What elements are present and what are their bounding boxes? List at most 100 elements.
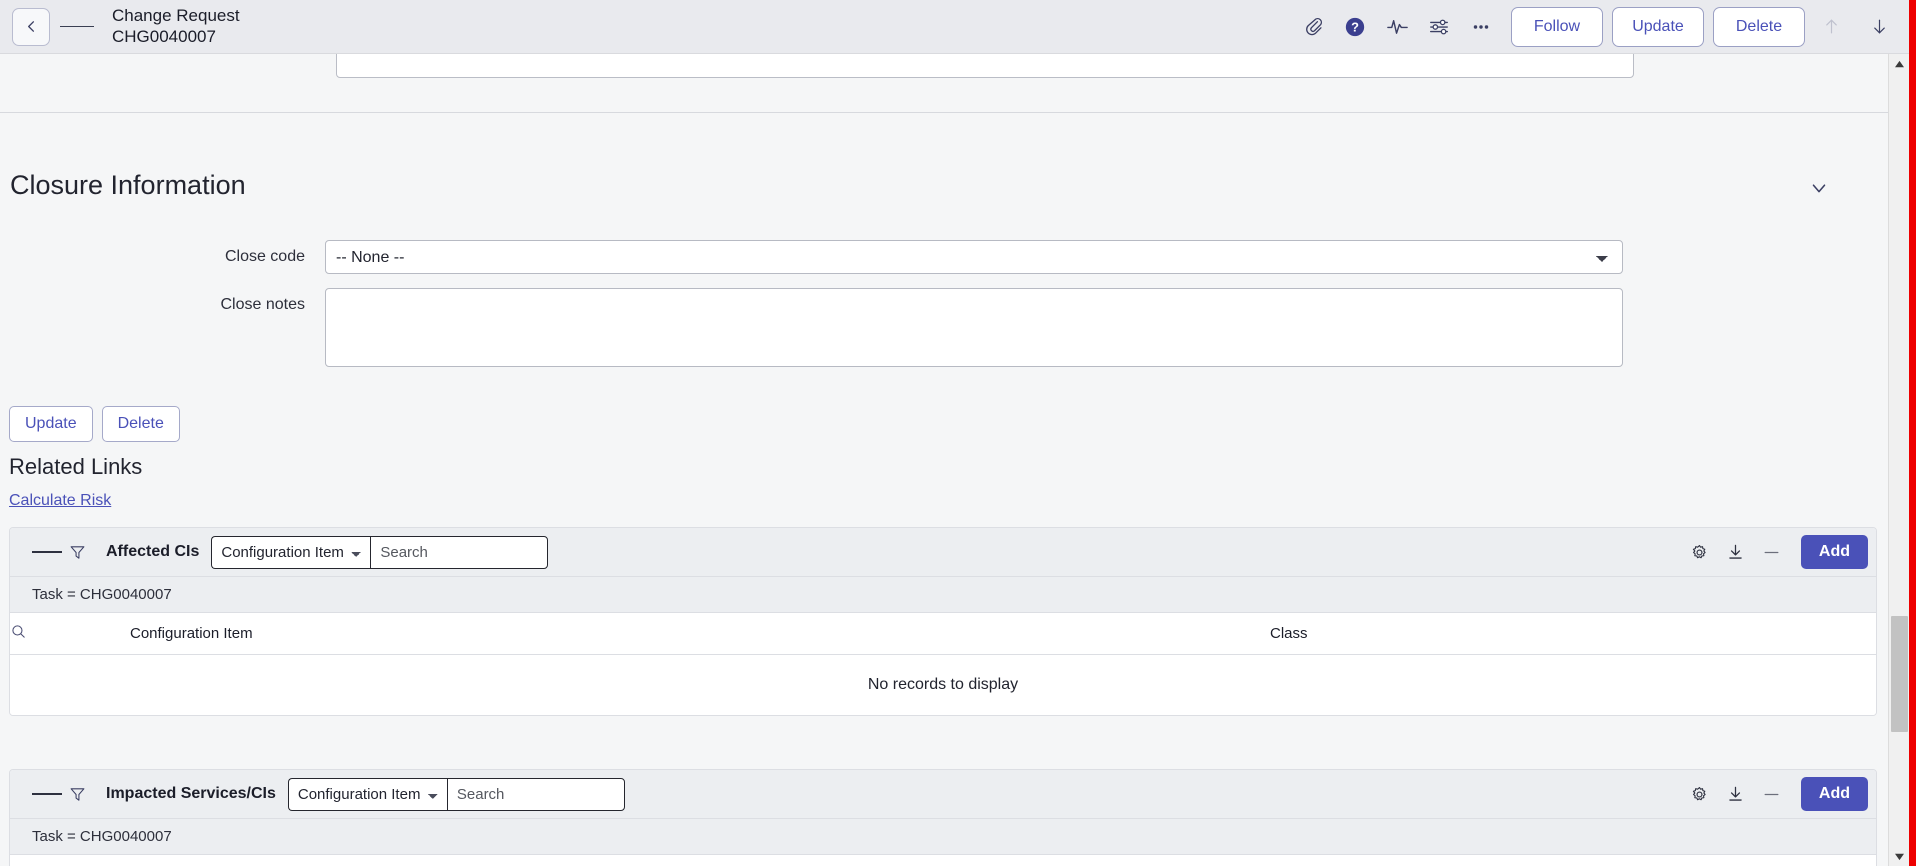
impacted-services-column-manually-added[interactable]: Manually added xyxy=(1600,855,1876,866)
closure-information-header: Closure Information xyxy=(0,162,1888,208)
header-delete-button[interactable]: Delete xyxy=(1713,6,1805,47)
record-type-label: Change Request xyxy=(112,5,240,25)
impacted-services-table: Configuration Item Managed by Owned by A… xyxy=(10,855,1876,866)
help-button[interactable]: ? xyxy=(1334,6,1376,48)
close-code-label: Close code xyxy=(224,248,305,265)
more-options-button[interactable] xyxy=(1460,6,1502,48)
closure-collapse-button[interactable] xyxy=(1802,173,1836,203)
impacted-services-settings-button[interactable] xyxy=(1685,779,1715,809)
header-update-button[interactable]: Update xyxy=(1612,6,1704,47)
scrollbar-thumb[interactable] xyxy=(1891,616,1908,732)
attachment-button[interactable] xyxy=(1292,6,1334,48)
impacted-services-export-button[interactable] xyxy=(1721,779,1751,809)
impacted-services-column-approval-group[interactable]: Approval group xyxy=(845,855,1105,866)
impacted-services-breadcrumb[interactable]: Task = CHG0040007 xyxy=(10,819,1876,855)
impacted-services-title: Impacted Services/CIs xyxy=(106,785,276,802)
affected-cis-table: Configuration Item Class xyxy=(10,613,1876,655)
affected-cis-settings-button[interactable] xyxy=(1685,537,1715,567)
related-list-impacted-services: Impacted Services/CIs Configuration Item xyxy=(9,769,1877,866)
close-notes-label: Close notes xyxy=(220,296,306,313)
related-links-title: Related Links xyxy=(9,454,143,479)
form-action-buttons: Update Delete xyxy=(9,406,180,442)
affected-cis-column-search[interactable] xyxy=(10,613,130,655)
impacted-services-field-select[interactable]: Configuration Item xyxy=(287,777,447,811)
impacted-services-add-button[interactable]: Add xyxy=(1800,777,1868,811)
affected-cis-empty-message: No records to display xyxy=(10,654,1876,715)
affected-cis-column-class[interactable]: Class xyxy=(1270,613,1876,655)
related-list-header: Impacted Services/CIs Configuration Item xyxy=(10,770,1876,819)
gear-icon xyxy=(1693,786,1707,800)
impacted-services-search-input[interactable] xyxy=(446,777,625,811)
record-number-label: CHG0040007 xyxy=(112,26,216,46)
more-icon xyxy=(1473,24,1489,29)
related-list-header: Affected CIs Configuration Item Search A… xyxy=(10,528,1876,577)
hamburger-menu-icon xyxy=(60,25,72,28)
form-delete-button[interactable]: Delete xyxy=(101,406,180,442)
close-code-select[interactable]: -- None -- xyxy=(325,240,1623,274)
app-window: Change Request CHG0040007 ? Follow Updat… xyxy=(0,0,1909,866)
help-icon: ? xyxy=(1345,17,1365,36)
scrollbar-down-button[interactable] xyxy=(1889,846,1909,866)
funnel-filter-icon xyxy=(70,787,84,801)
svg-text:?: ? xyxy=(1351,19,1359,34)
close-code-row: Close code -- None -- xyxy=(0,240,1623,274)
affected-cis-filter-button[interactable] xyxy=(62,537,92,567)
arrow-down-icon xyxy=(1873,19,1885,34)
impacted-services-menu-button[interactable] xyxy=(32,779,62,809)
personalize-button[interactable] xyxy=(1418,6,1460,48)
activity-icon xyxy=(1386,20,1408,34)
related-link-calculate-risk[interactable]: Calculate Risk xyxy=(9,492,111,510)
activity-button[interactable] xyxy=(1376,6,1418,48)
vertical-scrollbar[interactable] xyxy=(1888,54,1909,866)
scrollbar-up-button[interactable] xyxy=(1889,54,1909,74)
affected-cis-collapse-button[interactable] xyxy=(1757,537,1787,567)
impacted-services-column-configuration-item[interactable]: Configuration Item xyxy=(130,855,425,866)
affected-cis-search-input[interactable] xyxy=(370,535,549,569)
related-list-affected-cis: Affected CIs Configuration Item Search A… xyxy=(9,527,1877,716)
affected-cis-add-button[interactable]: Add xyxy=(1800,535,1868,569)
table-header-row: Configuration Item Managed by Owned by A… xyxy=(10,855,1876,866)
attachment-icon xyxy=(1305,18,1322,36)
minus-icon xyxy=(1764,551,1779,553)
minus-icon xyxy=(1764,793,1779,795)
form-scroll-area: Closure Information Close code -- None -… xyxy=(0,54,1888,866)
impacted-services-column-owned-by[interactable]: Owned by xyxy=(645,855,845,866)
arrow-up-icon xyxy=(1825,19,1837,34)
previous-section-field[interactable] xyxy=(336,54,1634,78)
closure-information-title: Closure Information xyxy=(10,169,246,200)
search-icon xyxy=(12,625,25,638)
form-update-button[interactable]: Update xyxy=(9,406,93,442)
funnel-filter-icon xyxy=(70,545,84,559)
affected-cis-menu-button[interactable] xyxy=(32,537,62,567)
personalize-icon xyxy=(1430,19,1448,34)
affected-cis-column-configuration-item[interactable]: Configuration Item xyxy=(130,613,1270,655)
affected-cis-breadcrumb[interactable]: Task = CHG0040007 xyxy=(10,577,1876,613)
previous-record-button[interactable] xyxy=(1809,6,1853,48)
impacted-services-filter-button[interactable] xyxy=(62,779,92,809)
download-icon xyxy=(1729,544,1743,559)
affected-cis-title: Affected CIs xyxy=(106,543,200,560)
impacted-services-column-operational-status[interactable]: Operational status xyxy=(1300,855,1600,866)
impacted-services-column-search[interactable] xyxy=(10,855,130,866)
affected-cis-toolbar: Add xyxy=(1685,535,1868,569)
close-notes-textarea[interactable] xyxy=(325,288,1623,367)
next-record-button[interactable] xyxy=(1857,6,1901,48)
back-button[interactable] xyxy=(12,7,50,46)
follow-button[interactable]: Follow xyxy=(1511,6,1603,47)
impacted-services-toolbar: Add xyxy=(1685,777,1868,811)
chevron-down-icon xyxy=(1812,184,1826,193)
impacted-services-collapse-button[interactable] xyxy=(1757,779,1787,809)
gear-icon xyxy=(1693,544,1707,558)
section-divider xyxy=(0,112,1888,113)
affected-cis-field-select[interactable]: Configuration Item xyxy=(211,535,371,569)
page-title: Change Request CHG0040007 xyxy=(112,6,240,47)
close-notes-row: Close notes xyxy=(0,288,1623,367)
impacted-services-search-combo: Configuration Item xyxy=(287,777,625,811)
impacted-services-column-location[interactable]: Location xyxy=(1105,855,1300,866)
chevron-left-icon xyxy=(27,21,34,32)
header-menu-button[interactable] xyxy=(60,8,94,46)
app-header: Change Request CHG0040007 ? Follow Updat… xyxy=(0,0,1909,54)
affected-cis-export-button[interactable] xyxy=(1721,537,1751,567)
impacted-services-column-managed-by[interactable]: Managed by xyxy=(425,855,645,866)
scroll-up-arrow-icon xyxy=(1895,60,1904,67)
